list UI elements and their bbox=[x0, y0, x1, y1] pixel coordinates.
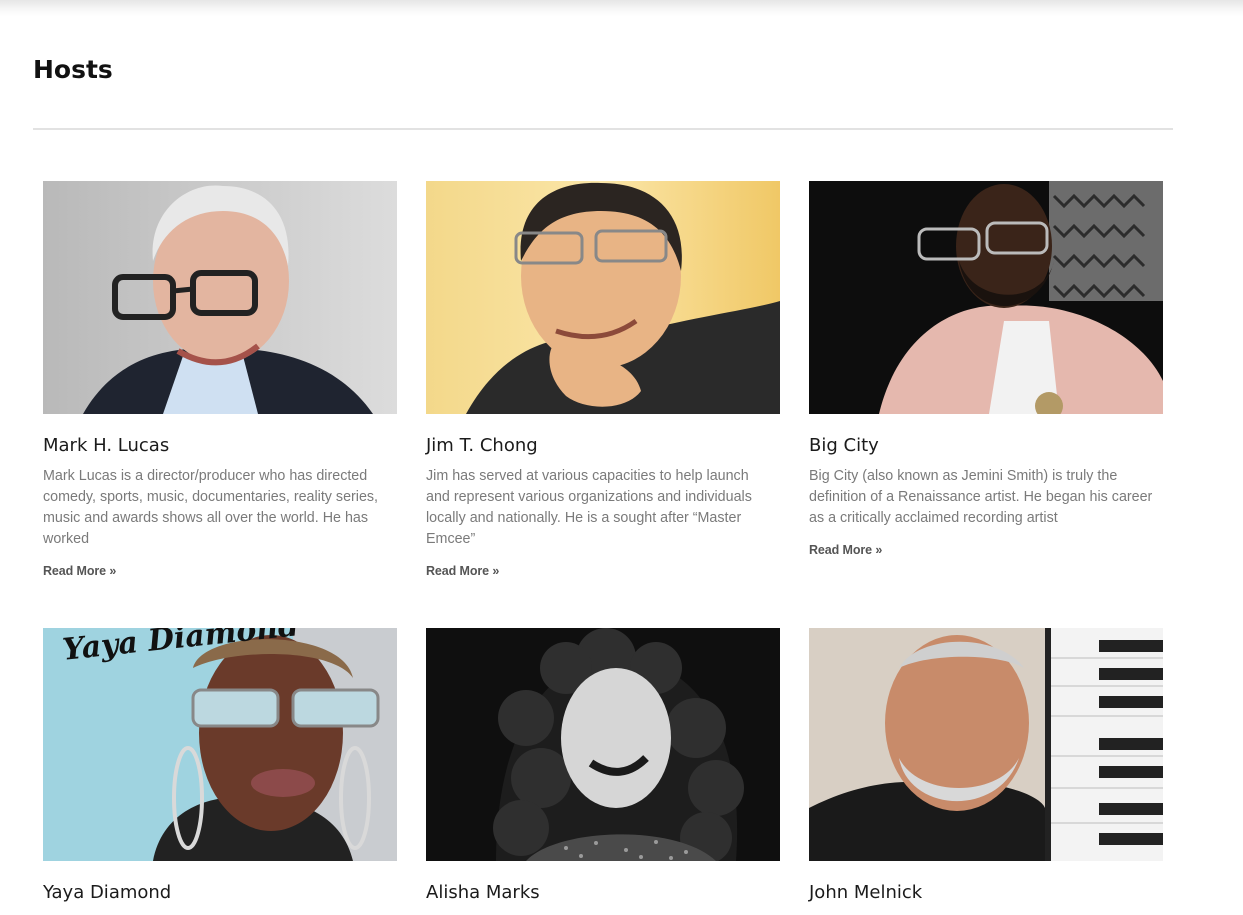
host-name[interactable]: Mark H. Lucas bbox=[43, 434, 397, 458]
host-photo[interactable] bbox=[809, 181, 1163, 414]
host-excerpt: Big City (also known as Jemini Smith) is… bbox=[809, 468, 1153, 526]
host-photo[interactable] bbox=[43, 181, 397, 414]
host-name[interactable]: Alisha Marks bbox=[426, 881, 780, 905]
portrait-photo-icon bbox=[426, 628, 780, 861]
host-excerpt: Jim has served at various capacities to … bbox=[426, 468, 752, 547]
host-card-jim-t-chong: Jim T. Chong Jim has served at various c… bbox=[426, 181, 780, 580]
host-name[interactable]: Jim T. Chong bbox=[426, 434, 780, 458]
host-name[interactable]: John Melnick bbox=[809, 881, 1163, 905]
read-more-link[interactable]: Read More » bbox=[43, 564, 116, 578]
divider bbox=[33, 128, 1173, 130]
host-name[interactable]: Big City bbox=[809, 434, 1163, 458]
portrait-photo-icon bbox=[426, 181, 780, 414]
top-header-shadow bbox=[0, 0, 1243, 16]
portrait-photo-icon bbox=[809, 628, 1163, 861]
host-photo[interactable]: Yaya Diamond bbox=[43, 628, 397, 861]
portrait-photo-icon bbox=[809, 181, 1163, 414]
page-title: Hosts bbox=[33, 55, 113, 84]
host-card-mark-h-lucas: Mark H. Lucas Mark Lucas is a director/p… bbox=[43, 181, 397, 580]
read-more-link[interactable]: Read More » bbox=[809, 543, 882, 557]
host-card-big-city: Big City Big City (also known as Jemini … bbox=[809, 181, 1163, 559]
portrait-photo-icon bbox=[43, 181, 397, 414]
host-photo[interactable] bbox=[809, 628, 1163, 861]
host-card-john-melnick: John Melnick bbox=[809, 628, 1163, 905]
host-photo[interactable] bbox=[426, 181, 780, 414]
host-name[interactable]: Yaya Diamond bbox=[43, 881, 397, 905]
host-card-alisha-marks: Alisha Marks bbox=[426, 628, 780, 905]
host-photo[interactable] bbox=[426, 628, 780, 861]
host-excerpt: Mark Lucas is a director/producer who ha… bbox=[43, 468, 379, 547]
host-card-yaya-diamond: Yaya Diamond Yaya Diamond bbox=[43, 628, 397, 905]
read-more-link[interactable]: Read More » bbox=[426, 564, 499, 578]
